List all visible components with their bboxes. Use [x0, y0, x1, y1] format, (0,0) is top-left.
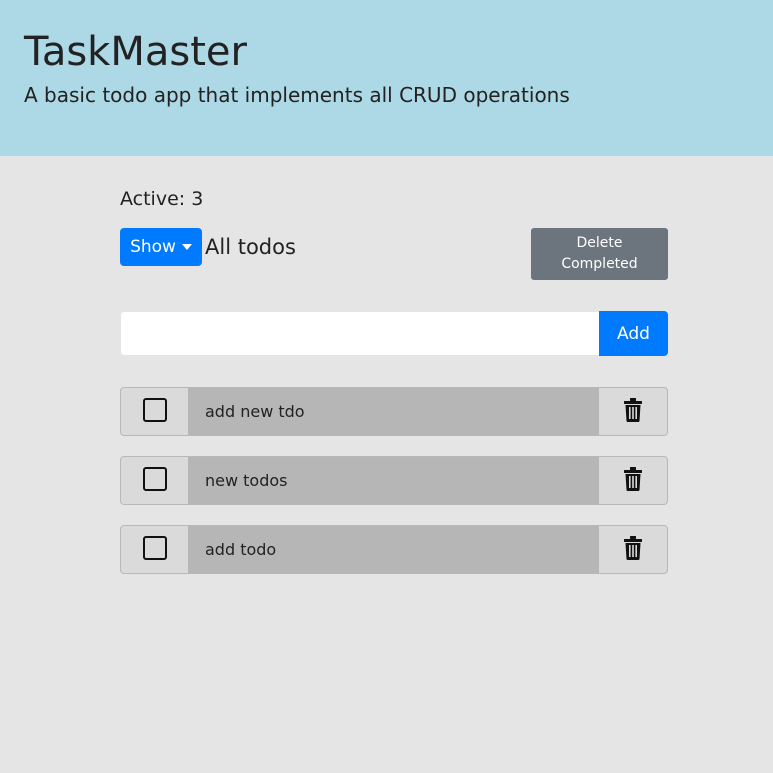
trash-icon	[624, 466, 642, 491]
todo-text: add new tdo	[188, 388, 599, 435]
todo-item: new todos	[120, 456, 668, 505]
todo-checkbox[interactable]	[142, 466, 167, 491]
show-button-label: Show	[130, 237, 176, 257]
todo-item: add todo	[120, 525, 668, 574]
todo-check-cell	[121, 526, 188, 573]
todo-text: add todo	[188, 526, 599, 573]
app-subtitle: A basic todo app that implements all CRU…	[24, 83, 570, 107]
caret-down-icon	[181, 244, 192, 250]
delete-completed-button[interactable]: Delete Completed	[531, 228, 668, 280]
todo-checkbox[interactable]	[142, 535, 167, 560]
new-todo-input[interactable]	[120, 311, 600, 356]
todo-delete-button[interactable]	[599, 526, 667, 573]
todo-check-cell	[121, 388, 188, 435]
todo-delete-button[interactable]	[599, 388, 667, 435]
app-title: TaskMaster	[24, 29, 247, 75]
add-todo-button[interactable]: Add	[599, 311, 668, 356]
todo-checkbox[interactable]	[142, 397, 167, 422]
trash-icon	[624, 535, 642, 560]
trash-icon	[624, 397, 642, 422]
todo-delete-button[interactable]	[599, 457, 667, 504]
active-count: Active: 3	[120, 188, 204, 210]
todo-text: new todos	[188, 457, 599, 504]
todo-check-cell	[121, 457, 188, 504]
current-filter-label: All todos	[205, 235, 296, 259]
app-header: TaskMaster A basic todo app that impleme…	[0, 0, 773, 156]
show-filter-dropdown-button[interactable]: Show	[120, 228, 202, 266]
todo-item: add new tdo	[120, 387, 668, 436]
